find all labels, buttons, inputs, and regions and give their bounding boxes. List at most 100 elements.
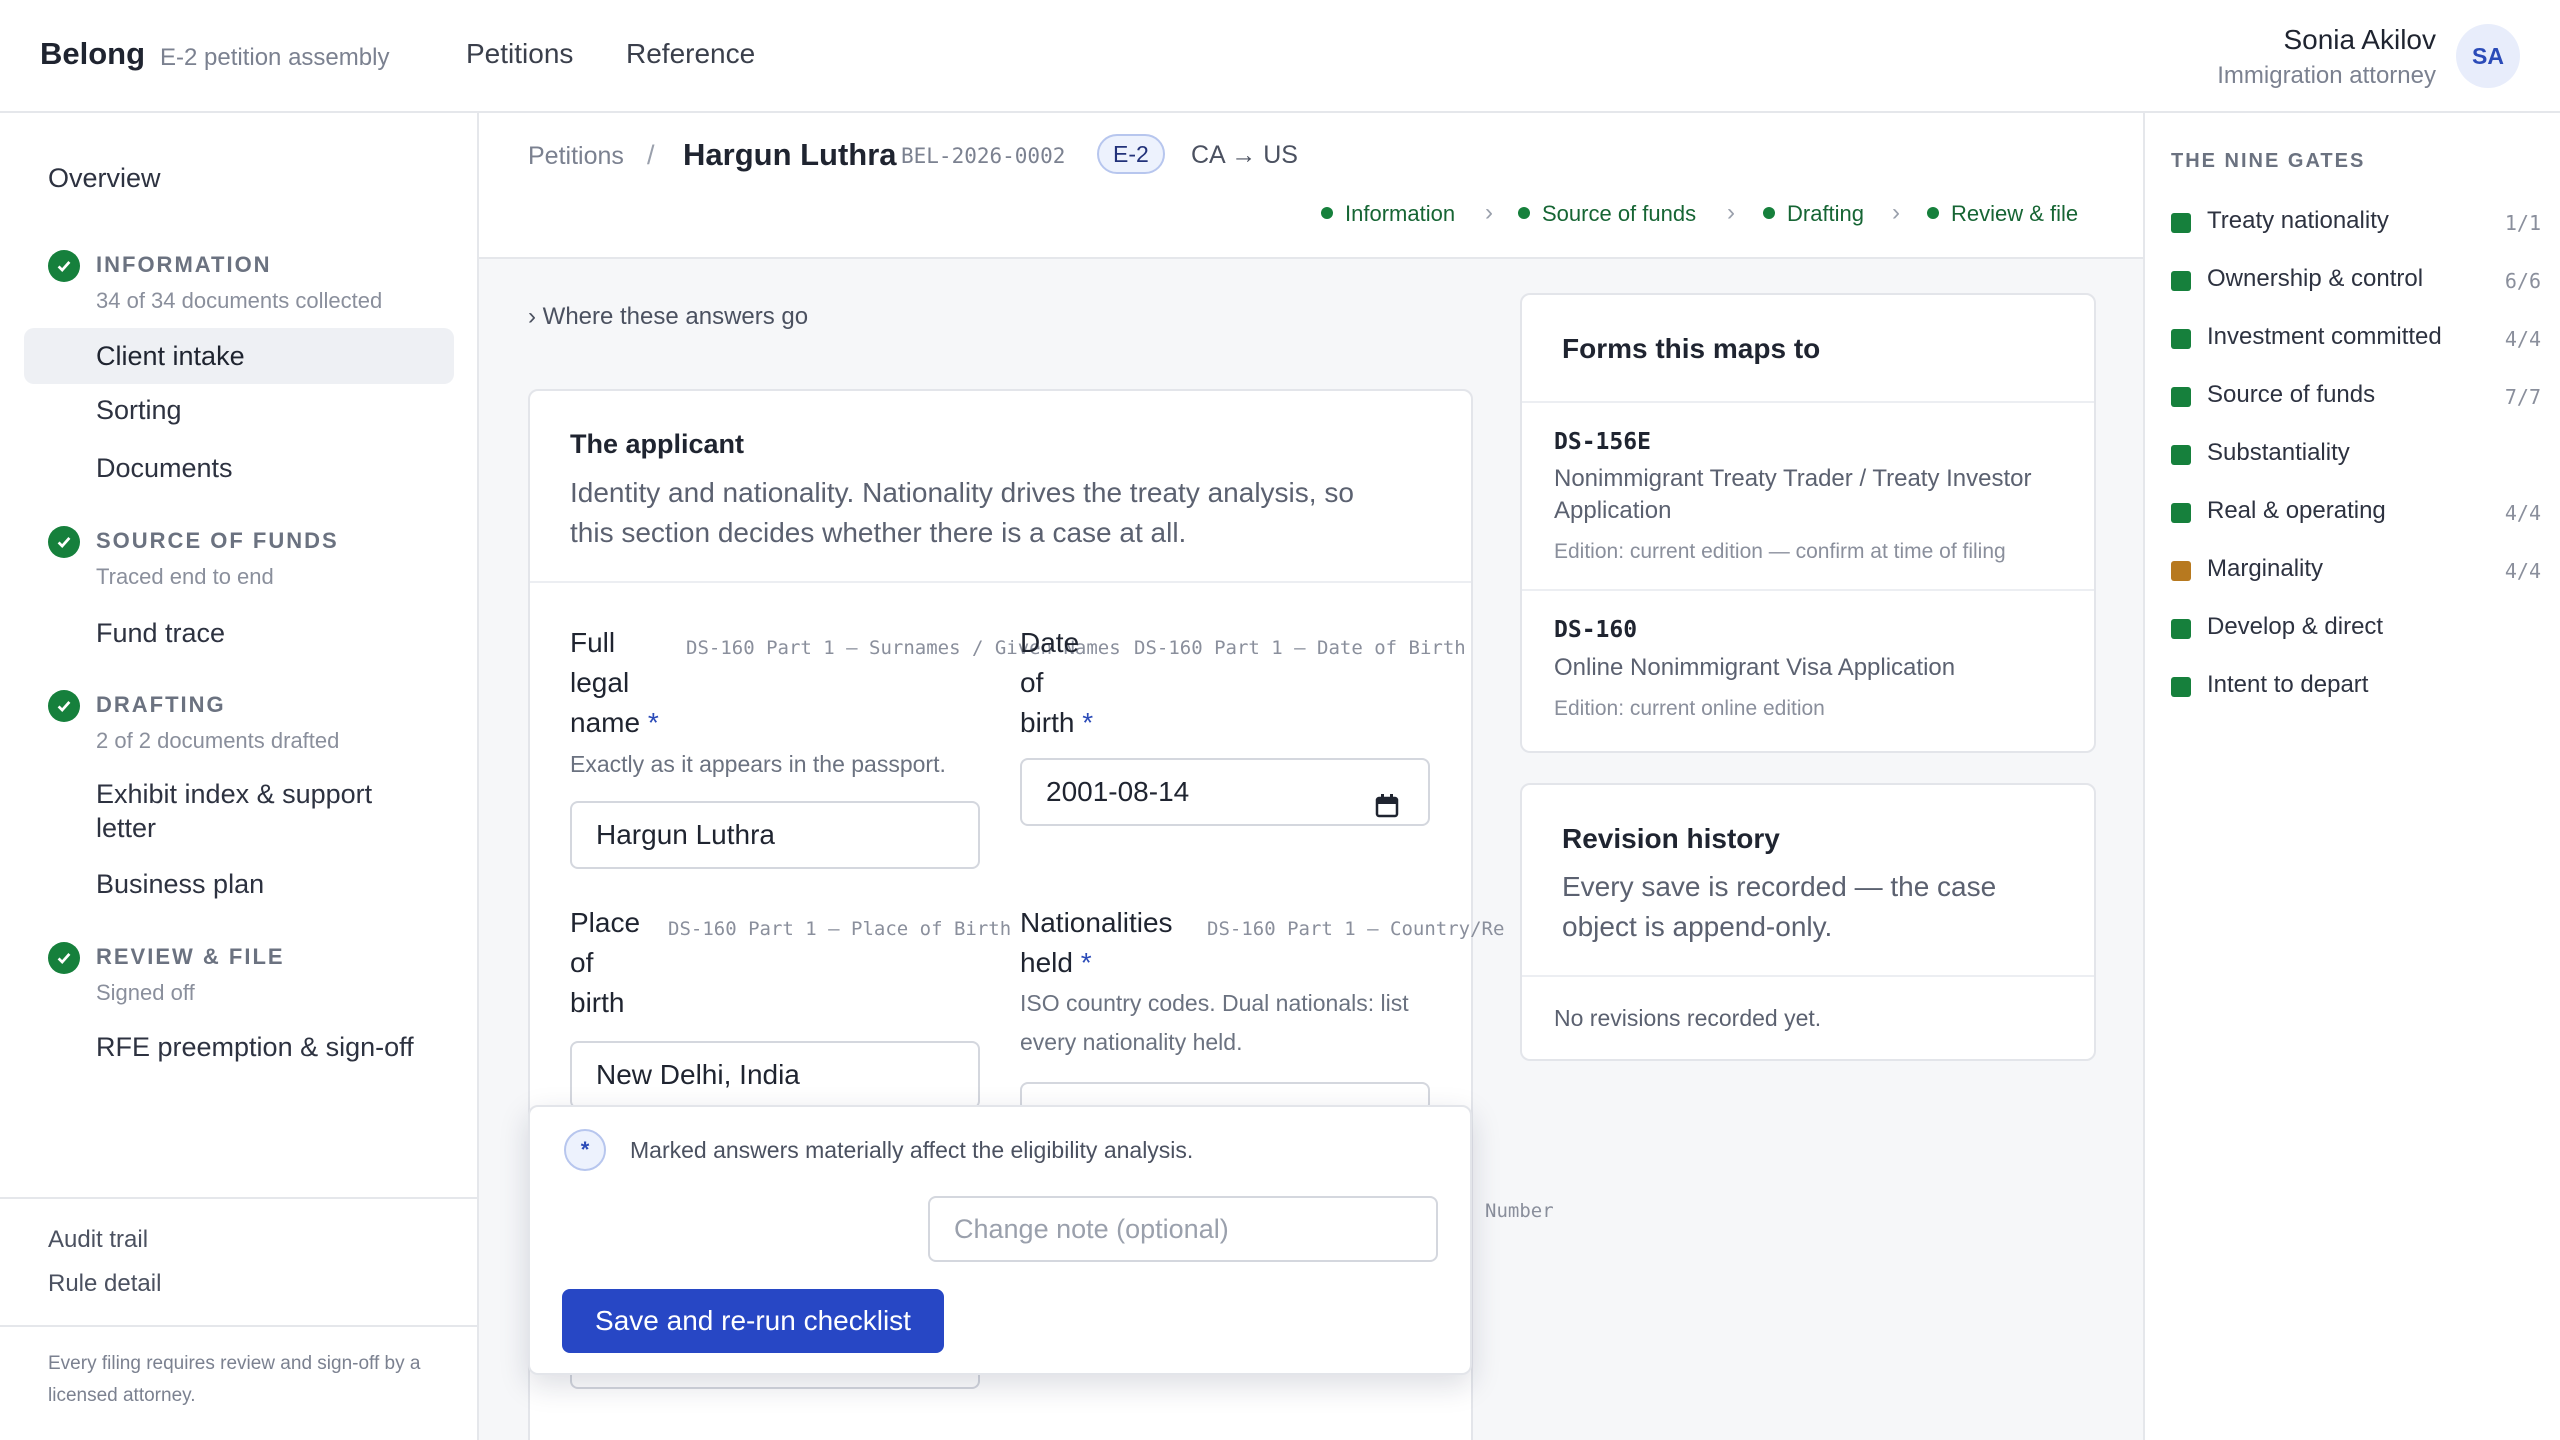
form-name: Nonimmigrant Treaty Trader / Treaty Inve… [1554,465,2032,524]
gate-status-square [2171,619,2191,639]
where-answers-go-toggle[interactable]: › Where these answers go [528,303,808,331]
revision-history-card: Revision history Every save is recorded … [1520,783,2096,1061]
revision-title: Revision history [1562,823,1780,854]
step-label: Source of funds [1542,201,1697,226]
gate-status-square [2171,677,2191,697]
form-name: Online Nonimmigrant Visa Application [1554,654,1956,681]
gate-item[interactable]: Substantiality [2171,435,2541,475]
sidebar-item-business-plan[interactable]: Business plan [96,867,264,901]
step-review-file[interactable]: Review & file [1927,201,2078,227]
gate-item[interactable]: Marginality 4/4 [2171,551,2541,591]
gate-item[interactable]: Develop & direct [2171,609,2541,649]
step-source-of-funds[interactable]: Source of funds [1518,201,1696,227]
status-dot [1927,207,1939,220]
dob-input[interactable]: 2001-08-14 [1020,758,1430,826]
form-edition: Edition: current edition — confirm at ti… [1554,540,2006,563]
user-role: Immigration attorney [2217,62,2436,89]
forms-title: Forms this maps to [1562,333,1821,364]
save-panel: * Marked answers materially affect the e… [528,1105,1472,1375]
gate-item[interactable]: Source of funds 7/7 [2171,377,2541,417]
breadcrumb-petitions[interactable]: Petitions [528,142,624,171]
signoff-note: Every filing requires review and sign-of… [48,1353,421,1406]
form-mapping-fragment: Number [1485,1200,1554,1222]
sidebar-item-sorting[interactable]: Sorting [96,393,182,427]
divider [1522,401,2094,403]
check-icon [48,526,80,558]
sidebar-item-documents[interactable]: Documents [96,451,233,485]
sidebar-item-client-intake[interactable]: Client intake [24,328,454,384]
section-meta: Signed off [96,980,195,1005]
form-code: DS-156E [1554,429,1651,455]
gate-label: Treaty nationality [2207,207,2389,234]
section-title: The applicant [570,429,745,459]
check-icon [48,690,80,722]
gate-item[interactable]: Ownership & control 6/6 [2171,261,2541,301]
gates-title: THE NINE GATES [2171,150,2366,172]
required-marker: * [1080,947,1092,978]
chevron-right-icon: › [1727,199,1735,226]
nav-petitions[interactable]: Petitions [466,38,573,70]
section-meta: Traced end to end [96,564,274,589]
breadcrumb-bar: Petitions / Hargun Luthra BEL-2026-0002 … [479,113,2143,259]
sidebar-item-overview[interactable]: Overview [48,163,161,194]
pob-label: Place of birth [570,907,641,1018]
gate-count: 4/4 [2504,327,2541,351]
pob-input[interactable]: New Delhi, India [570,1041,980,1109]
step-label: Drafting [1787,201,1865,226]
dob-value: 2001-08-14 [1046,776,1190,807]
form-mapping: DS-160 Part 1 — Date of Birth [1134,637,1466,659]
calendar-icon[interactable] [1374,778,1400,818]
divider [0,1325,477,1327]
step-information[interactable]: Information [1321,201,1455,227]
avatar[interactable]: SA [2456,24,2520,88]
divider [0,1197,477,1199]
divider [1522,589,2094,591]
change-note-input[interactable]: Change note (optional) [928,1196,1438,1262]
visa-badge: E-2 [1097,134,1165,174]
page-title: Hargun Luthra [683,137,897,172]
gate-item[interactable]: Treaty nationality 1/1 [2171,203,2541,243]
gate-item[interactable]: Intent to depart [2171,667,2541,707]
chevron-right-icon: › [1892,199,1900,226]
section-heading: DRAFTING [96,692,226,717]
gate-label: Substantiality [2207,439,2350,466]
gate-label: Investment committed [2207,323,2442,350]
section-heading: INFORMATION [96,252,272,277]
chevron-right-icon: › [1485,199,1493,226]
gate-item[interactable]: Investment committed 4/4 [2171,319,2541,359]
sidebar-link-rule-detail[interactable]: Rule detail [48,1270,161,1298]
gate-count: 1/1 [2504,211,2541,235]
save-panel-note: Marked answers materially affect the eli… [630,1137,1194,1163]
gate-count: 4/4 [2504,501,2541,525]
full-name-input[interactable]: Hargun Luthra [570,801,980,869]
save-rerun-button[interactable]: Save and re-run checklist [562,1289,944,1353]
breadcrumb-separator: / [647,140,655,170]
gate-status-square [2171,503,2191,523]
route-label: CA → US [1191,141,1298,169]
gate-status-square [2171,387,2191,407]
divider [530,581,1471,583]
brand-logo[interactable]: Belong [40,36,145,72]
left-sidebar: Overview INFORMATION 34 of 34 documents … [0,113,479,1440]
step-label: Review & file [1951,201,2079,226]
sidebar-item-fund-trace[interactable]: Fund trace [96,616,225,650]
status-dot [1518,207,1530,220]
sidebar-link-audit-trail[interactable]: Audit trail [48,1226,148,1254]
divider [1522,975,2094,977]
user-name: Sonia Akilov [2283,24,2436,55]
step-drafting[interactable]: Drafting [1763,201,1864,227]
section-meta: 34 of 34 documents collected [96,288,383,313]
sidebar-item-rfe-signoff[interactable]: RFE preemption & sign-off [96,1030,414,1064]
section-description: Identity and nationality. Nationality dr… [570,477,1354,548]
status-dot [1321,207,1333,220]
case-id: BEL-2026-0002 [901,144,1066,168]
gate-status-square [2171,271,2191,291]
sidebar-item-exhibit-index[interactable]: Exhibit index & support letter [96,777,406,845]
gate-label: Marginality [2207,555,2324,582]
section-meta: 2 of 2 documents drafted [96,728,340,753]
dob-label: Date of birth * [1020,627,1094,738]
gate-item[interactable]: Real & operating 4/4 [2171,493,2541,533]
gate-label: Intent to depart [2207,671,2369,698]
nav-reference[interactable]: Reference [626,38,755,70]
section-heading: SOURCE OF FUNDS [96,528,339,553]
